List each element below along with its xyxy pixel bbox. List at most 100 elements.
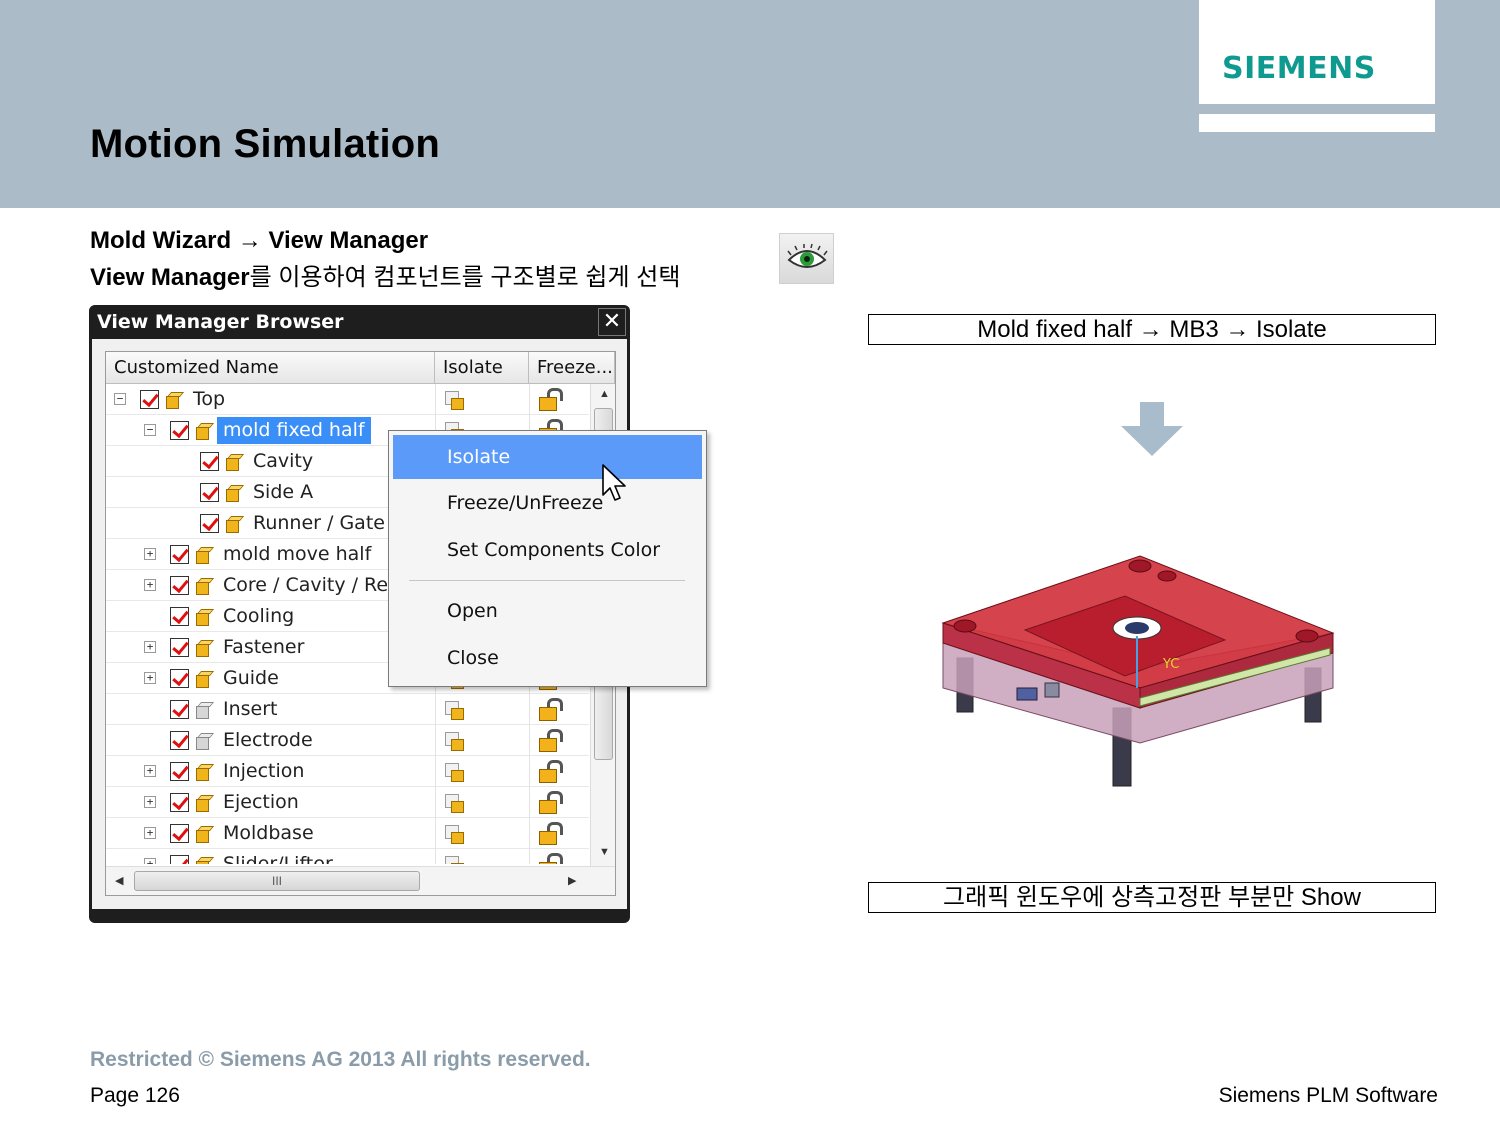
menu-item-freeze-unfreeze[interactable]: Freeze/UnFreeze <box>393 481 702 525</box>
subtitle-path: Mold Wizard → View Manager <box>90 227 429 254</box>
visibility-checkbox[interactable] <box>170 421 189 440</box>
visibility-checkbox[interactable] <box>200 452 219 471</box>
assembly-icon <box>194 762 215 782</box>
empty-component-icon <box>194 731 215 751</box>
tree-row[interactable]: + Moldbase <box>106 818 589 849</box>
subtitle-bold: View Manager <box>90 264 250 291</box>
tree-row[interactable]: Electrode <box>106 725 589 756</box>
tree-row[interactable]: − Top <box>106 384 589 415</box>
isolate-icon[interactable] <box>445 823 464 844</box>
tree-row[interactable]: + Injection <box>106 756 589 787</box>
expand-icon[interactable]: + <box>144 858 156 864</box>
unlock-icon[interactable] <box>539 853 563 864</box>
column-header-isolate[interactable]: Isolate <box>435 352 529 384</box>
component-name[interactable]: Top <box>193 386 225 413</box>
visibility-checkbox[interactable] <box>170 669 189 688</box>
component-name[interactable]: Injection <box>223 758 304 785</box>
component-name[interactable]: Insert <box>223 696 278 723</box>
close-icon: ✕ <box>602 309 622 334</box>
isolate-icon[interactable] <box>445 854 464 864</box>
eye-icon <box>787 243 828 268</box>
unlock-icon[interactable] <box>539 698 563 721</box>
visibility-checkbox[interactable] <box>170 731 189 750</box>
subtitle-rest: 를 이용하여 컴포넌트를 구조별로 쉽게 선택 <box>249 264 681 291</box>
component-name[interactable]: Runner / Gate <box>253 510 385 537</box>
column-divider <box>435 787 436 818</box>
expand-icon[interactable]: + <box>144 548 156 560</box>
component-name[interactable]: Cavity <box>253 448 313 475</box>
visibility-checkbox[interactable] <box>170 638 189 657</box>
unlock-icon[interactable] <box>539 729 563 752</box>
menu-item-open[interactable]: Open <box>393 589 702 633</box>
column-header-name[interactable]: Customized Name <box>106 352 435 384</box>
column-divider <box>529 384 530 415</box>
unlock-icon[interactable] <box>539 822 563 845</box>
expand-icon[interactable]: + <box>144 579 156 591</box>
isolate-icon[interactable] <box>445 699 464 720</box>
component-icon <box>224 483 245 503</box>
collapse-icon[interactable]: − <box>144 424 156 436</box>
collapse-icon[interactable]: − <box>114 393 126 405</box>
visibility-checkbox[interactable] <box>170 793 189 812</box>
assembly-icon <box>164 390 185 410</box>
scroll-up-icon[interactable]: ▲ <box>599 388 610 400</box>
horizontal-scroll-thumb[interactable]: III <box>134 871 420 891</box>
component-name[interactable]: Side A <box>253 479 313 506</box>
dialog-title: View Manager Browser <box>97 311 344 333</box>
visibility-checkbox[interactable] <box>170 824 189 843</box>
assembly-icon <box>194 421 215 441</box>
component-name[interactable]: Cooling <box>223 603 294 630</box>
menu-item-close[interactable]: Close <box>393 636 702 680</box>
isolate-icon[interactable] <box>445 389 464 410</box>
component-name[interactable]: Electrode <box>223 727 313 754</box>
visibility-checkbox[interactable] <box>170 855 189 864</box>
visibility-checkbox[interactable] <box>170 762 189 781</box>
component-icon <box>224 514 245 534</box>
mold-3d-view[interactable]: YC <box>935 548 1345 798</box>
expand-icon[interactable]: + <box>144 827 156 839</box>
isolate-icon[interactable] <box>445 792 464 813</box>
close-button[interactable]: ✕ <box>598 308 626 336</box>
unlock-icon[interactable] <box>539 760 563 783</box>
view-manager-button[interactable] <box>779 233 834 284</box>
scroll-down-icon[interactable]: ▼ <box>599 846 610 858</box>
column-header-freeze[interactable]: Freeze... <box>529 352 615 384</box>
tree-row[interactable]: + Ejection <box>106 787 589 818</box>
component-name[interactable]: Fastener <box>223 634 304 661</box>
visibility-checkbox[interactable] <box>200 514 219 533</box>
visibility-checkbox[interactable] <box>200 483 219 502</box>
component-name[interactable]: Core / Cavity / Re <box>223 572 388 599</box>
expand-icon[interactable]: + <box>144 672 156 684</box>
component-name[interactable]: Guide <box>223 665 279 692</box>
menu-separator <box>409 580 685 581</box>
visibility-checkbox[interactable] <box>170 607 189 626</box>
visibility-checkbox[interactable] <box>170 576 189 595</box>
menu-item-set-components-color[interactable]: Set Components Color <box>393 528 702 572</box>
component-name[interactable]: Moldbase <box>223 820 314 847</box>
assembly-icon <box>194 638 215 658</box>
empty-component-icon <box>194 700 215 720</box>
component-name[interactable]: mold fixed half <box>217 417 371 444</box>
unlock-icon[interactable] <box>539 791 563 814</box>
visibility-checkbox[interactable] <box>170 700 189 719</box>
component-name[interactable]: Slider/Lifter <box>223 851 333 864</box>
scroll-left-icon[interactable]: ◀ <box>115 874 123 887</box>
expand-icon[interactable]: + <box>144 796 156 808</box>
logo-strip <box>1199 114 1435 132</box>
scroll-right-icon[interactable]: ▶ <box>568 874 576 887</box>
visibility-checkbox[interactable] <box>140 390 159 409</box>
component-name[interactable]: mold move half <box>223 541 371 568</box>
tree-row[interactable]: Insert <box>106 694 589 725</box>
tree-row[interactable]: + Slider/Lifter <box>106 849 589 864</box>
expand-icon[interactable]: + <box>144 765 156 777</box>
visibility-checkbox[interactable] <box>170 545 189 564</box>
horizontal-scrollbar[interactable]: ◀ III ▶ <box>106 866 615 895</box>
isolate-icon[interactable] <box>445 730 464 751</box>
unlock-icon[interactable] <box>539 388 563 411</box>
siemens-logo: SIEMENS <box>1222 51 1376 86</box>
menu-item-isolate[interactable]: Isolate <box>393 435 702 479</box>
expand-icon[interactable]: + <box>144 641 156 653</box>
component-name[interactable]: Ejection <box>223 789 299 816</box>
show-region-label: 그래픽 윈도우에 상측고정판 부분만 Show <box>868 882 1436 913</box>
isolate-icon[interactable] <box>445 761 464 782</box>
